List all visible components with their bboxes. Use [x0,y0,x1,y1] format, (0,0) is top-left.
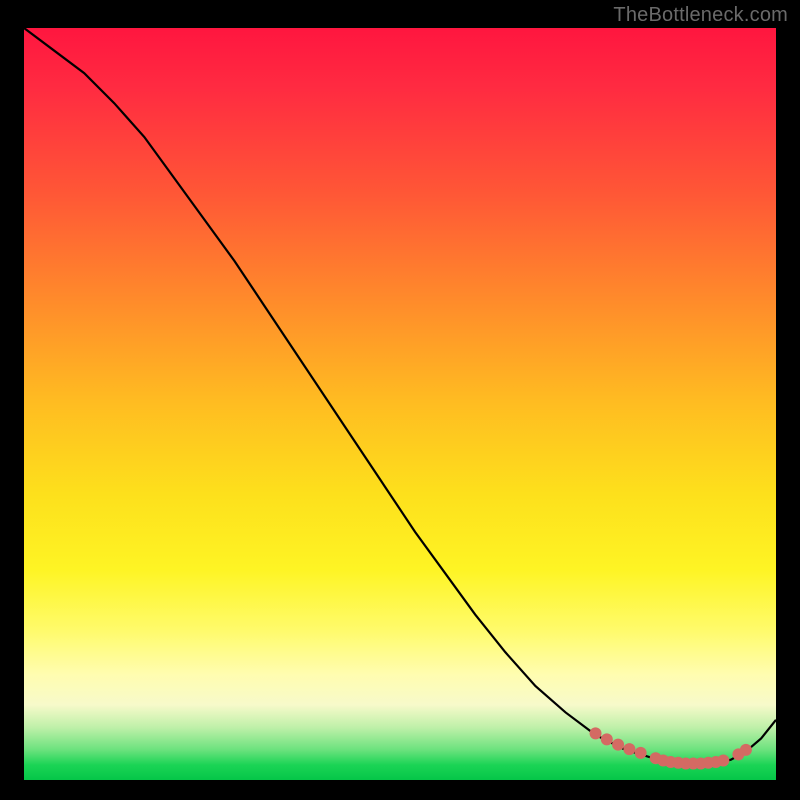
highlight-dot [590,727,602,739]
highlight-dot [740,744,752,756]
attribution-text: TheBottleneck.com [613,4,788,27]
highlight-dots-group [590,727,752,769]
highlight-dot [612,739,624,751]
bottleneck-curve [24,28,776,763]
highlight-dot [601,733,613,745]
highlight-dot [635,747,647,759]
highlight-dot [623,743,635,755]
highlight-dot [717,754,729,766]
chart-svg [24,28,776,780]
chart-area [24,28,776,780]
